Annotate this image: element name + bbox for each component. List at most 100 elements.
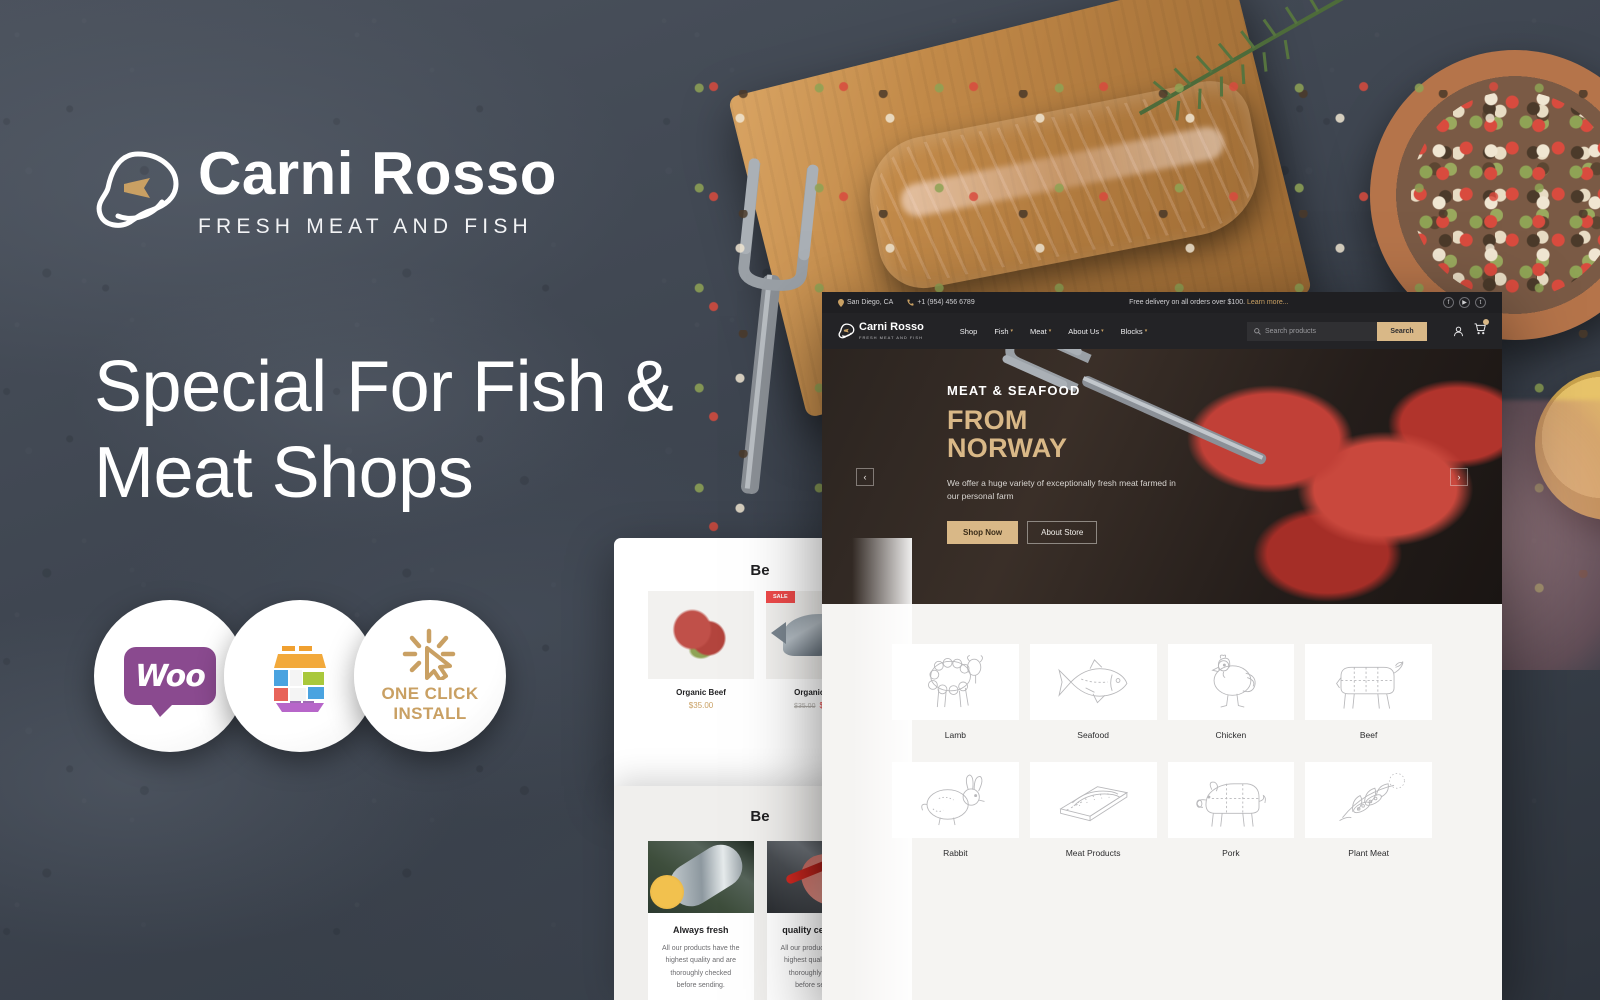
product-price: $35.00 (688, 701, 714, 710)
phone-label: +1 (954) 456 6789 (917, 299, 975, 306)
category-label: Beef (1359, 730, 1378, 740)
pig-sketch-icon (1196, 781, 1266, 827)
twitter-icon[interactable]: t (1475, 297, 1486, 308)
nav-label: About Us (1068, 326, 1100, 336)
site-logo-tagline: FRESH MEAT AND FISH (859, 335, 923, 340)
sausage-board-sketch-icon (1059, 786, 1129, 822)
fish-sketch-icon (1058, 659, 1128, 704)
product-search: Search products Search (1247, 321, 1427, 341)
promo-headline: Special For Fish & Meat Shops (94, 347, 674, 513)
product-name: Organic Beef (676, 688, 726, 697)
facebook-icon[interactable]: f (1443, 297, 1454, 308)
steak-logo-icon (838, 323, 855, 339)
category-label: Chicken (1215, 730, 1247, 740)
hero-slider: MEAT & SEAFOOD FROM NORWAY We offer a hu… (822, 349, 1502, 604)
slider-next-button[interactable]: › (1450, 467, 1468, 486)
cart-count-badge (1483, 319, 1489, 325)
category-lamb[interactable]: Lamb (892, 644, 1019, 740)
category-beef[interactable]: Beef (1305, 644, 1432, 740)
category-image (892, 644, 1019, 720)
category-image (892, 762, 1019, 838)
fresh-fish-photo (648, 841, 754, 913)
hero-content: MEAT & SEAFOOD FROM NORWAY We offer a hu… (947, 383, 1177, 544)
nav-item-about-us[interactable]: About Us ▾ (1068, 327, 1103, 336)
brand-tagline: FRESH MEAT AND FISH (198, 215, 533, 238)
cow-sketch-icon (1335, 661, 1404, 709)
category-label: Seafood (1077, 730, 1109, 740)
promo-banner: Free delivery on all orders over $100. L… (975, 299, 1443, 306)
site-navbar: Carni Rosso FRESH MEAT AND FISH Shop Fis… (822, 313, 1502, 349)
plant-sketch-icon (1338, 773, 1405, 822)
topbar-contact: San Diego, CA +1 (954) 456 6789 (838, 298, 975, 307)
location-label: San Diego, CA (847, 299, 894, 306)
category-grid: Lamb Seafood Chicken Beef Rabbit Meat Pr… (822, 604, 1502, 858)
category-image (1167, 762, 1295, 838)
brand-name: Carni Rosso (198, 140, 557, 207)
nav-item-shop[interactable]: Shop (960, 327, 978, 336)
beef-cut-image (670, 608, 732, 662)
nav-user-actions (1453, 319, 1489, 340)
phone-icon (907, 299, 914, 306)
site-logo-name: Carni Rosso (859, 321, 924, 333)
feature-badges: Woo ONE CLICK INSTALL (94, 600, 506, 752)
feature-description: All our products have the highest qualit… (662, 945, 740, 989)
category-image (1029, 762, 1157, 838)
cart-wrapper[interactable] (1474, 319, 1489, 340)
woocommerce-label: Woo (135, 658, 206, 694)
category-label: Lamb (944, 730, 966, 740)
category-row: Lamb Seafood Chicken Beef (892, 644, 1432, 740)
learn-more-link[interactable]: Learn more... (1247, 299, 1289, 306)
steak-logo-icon (96, 150, 179, 228)
shop-now-button[interactable]: Shop Now (947, 520, 1019, 544)
category-chicken[interactable]: Chicken (1167, 644, 1295, 740)
product-card[interactable]: Organic Beef $35.00 (648, 591, 754, 710)
site-logo[interactable]: Carni Rosso FRESH MEAT AND FISH (838, 322, 924, 340)
category-label: Meat Products (1065, 848, 1121, 858)
brand-logo: Carni Rosso FRESH MEAT AND FISH (94, 140, 557, 239)
site-topbar: San Diego, CA +1 (954) 456 6789 Free del… (822, 292, 1502, 313)
woocommerce-icon: Woo (124, 647, 216, 717)
promo-banner-stage: Carni Rosso FRESH MEAT AND FISH Special … (0, 0, 1600, 1000)
search-button[interactable]: Search (1377, 321, 1427, 341)
account-icon[interactable] (1453, 326, 1464, 337)
category-image (1029, 644, 1157, 720)
category-label: Plant Meat (1348, 848, 1389, 858)
nav-item-fish[interactable]: Fish ▾ (994, 327, 1013, 336)
slider-prev-button[interactable]: ‹ (856, 467, 874, 486)
hero-description: We offer a huge variety of exceptionally… (947, 477, 1176, 502)
category-image (1305, 762, 1432, 838)
hero-buttons: Shop Now About Store (947, 520, 1177, 544)
product-thumbnail (648, 591, 754, 679)
about-store-button[interactable]: About Store (1027, 520, 1098, 544)
category-meat-products[interactable]: Meat Products (1029, 762, 1157, 858)
location-item: San Diego, CA (838, 298, 894, 307)
sheep-sketch-icon (928, 655, 984, 708)
search-icon (1254, 327, 1261, 335)
nav-label: Blocks (1120, 326, 1143, 336)
install-line-2: INSTALL (393, 704, 467, 723)
category-pork[interactable]: Pork (1167, 762, 1295, 858)
category-plant-meat[interactable]: Plant Meat (1305, 762, 1432, 858)
search-input[interactable]: Search products (1247, 321, 1377, 341)
feature-card[interactable]: Always fresh All our products have the h… (648, 841, 754, 1000)
social-links: f ▶ t (1443, 297, 1486, 308)
category-rabbit[interactable]: Rabbit (892, 762, 1019, 858)
promo-text: Free delivery on all orders over $100. (1129, 299, 1246, 306)
nav-item-blocks[interactable]: Blocks ▾ (1121, 327, 1148, 336)
phone-item[interactable]: +1 (954) 456 6789 (907, 299, 975, 306)
click-cursor-icon (402, 629, 456, 681)
website-mockup: San Diego, CA +1 (954) 456 6789 Free del… (822, 292, 1502, 1000)
nav-label: Fish (994, 326, 1009, 336)
nav-item-meat[interactable]: Meat ▾ (1030, 327, 1051, 336)
rabbit-sketch-icon (921, 774, 985, 826)
one-click-install-label: ONE CLICK INSTALL (381, 684, 478, 723)
hero-title-line1: FROM (947, 405, 1028, 435)
category-row: Rabbit Meat Products Pork Plant Meat (892, 762, 1432, 858)
chevron-down-icon: ▾ (1048, 328, 1052, 334)
youtube-icon[interactable]: ▶ (1459, 297, 1470, 308)
chevron-down-icon: ▾ (1144, 328, 1148, 334)
hero-kicker: MEAT & SEAFOOD (947, 383, 1081, 398)
category-seafood[interactable]: Seafood (1029, 644, 1157, 740)
search-placeholder: Search products (1265, 327, 1316, 335)
main-menu: Shop Fish ▾ Meat ▾ About Us ▾ Blocks ▾ (960, 327, 1147, 336)
